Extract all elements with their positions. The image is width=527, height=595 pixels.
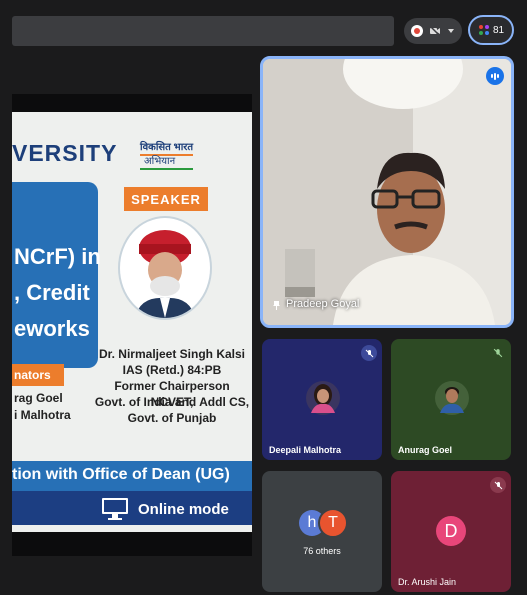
main-participant-name: Pradeep Goyal (286, 298, 360, 310)
viksit-bharat-logo: विकसित भारत अभियान (140, 142, 194, 170)
participant-avatar (435, 381, 469, 415)
camera-off-icon[interactable] (429, 25, 441, 37)
mic-off-icon (361, 345, 377, 361)
participant-avatar (306, 381, 340, 415)
chevron-down-icon[interactable] (447, 27, 455, 35)
participant-tile-deepali[interactable]: Deepali Malhotra (262, 339, 382, 460)
participant-tile-arushi[interactable]: D Dr. Arushi Jain (391, 471, 511, 592)
participants-button[interactable]: 81 (468, 15, 514, 45)
coordinator-name: rag Goel (14, 391, 63, 405)
mic-off-icon (490, 477, 506, 493)
online-mode-text: Online mode (138, 501, 229, 518)
participant-name: Anurag Goel (398, 445, 453, 455)
participant-name: Deepali Malhotra (269, 445, 342, 455)
coordinator-name: i Malhotra (14, 408, 71, 422)
presentation-slide: VERSITY विकसित भारत अभियान NCrF) in , Cr… (12, 112, 252, 532)
title-line: NCrF) in (14, 244, 101, 269)
participant-tile-anurag[interactable]: Anurag Goel (391, 339, 511, 460)
speaker-detail: Govt. of India and Addl CS, (94, 395, 250, 409)
title-line: eworks (14, 316, 90, 341)
speaking-indicator-icon (486, 67, 504, 85)
others-count: 76 others (303, 546, 341, 556)
mic-off-icon (490, 345, 506, 361)
speaker-detail: IAS (Retd.) 84:PB (122, 363, 222, 377)
title-line: , Credit (14, 280, 90, 305)
address-bar-strip (12, 16, 394, 46)
people-icon (478, 25, 489, 35)
speaker-portrait (120, 218, 210, 318)
participant-avatar: T (318, 508, 348, 538)
pin-icon[interactable] (272, 300, 281, 311)
record-indicator-icon (411, 25, 423, 37)
coordinators-tag: nators (12, 364, 64, 386)
monitor-icon (102, 498, 128, 520)
collaboration-text: tion with Office of Dean (UG) (12, 466, 230, 483)
speaker-detail: Govt. of Punjab (127, 411, 217, 425)
participant-tile-others[interactable]: h T 76 others (262, 471, 382, 592)
speaker-tag: SPEAKER (124, 187, 208, 211)
main-video-tile[interactable] (260, 56, 514, 328)
participant-avatar: D (436, 516, 466, 546)
participant-name: Dr. Arushi Jain (398, 577, 457, 587)
speaker-video (263, 59, 511, 325)
participant-count: 81 (492, 24, 505, 36)
speaker-detail: Dr. Nirmaljeet Singh Kalsi (98, 347, 246, 361)
recording-controls[interactable] (404, 18, 462, 44)
university-name: VERSITY (12, 140, 118, 166)
